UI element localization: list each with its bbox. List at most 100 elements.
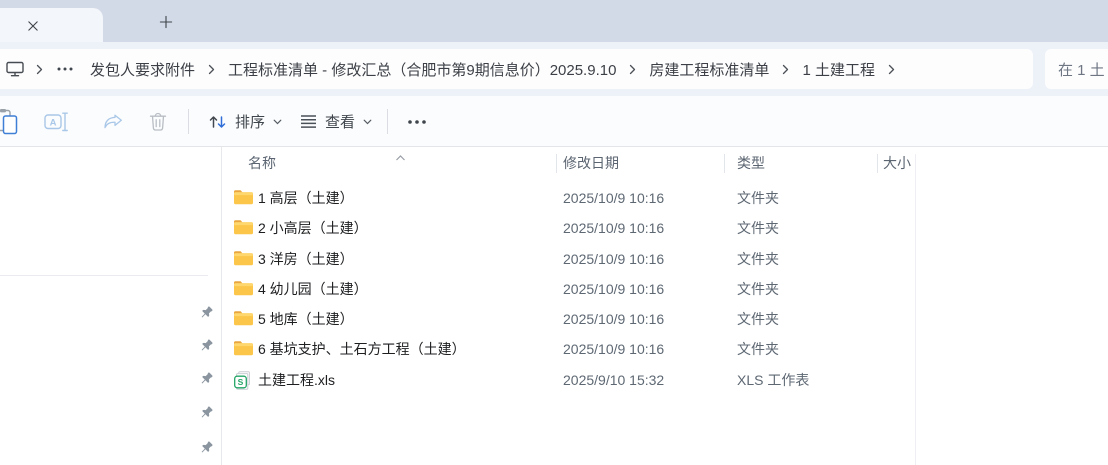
file-row[interactable]: 2 小高层（土建） 2025/10/9 10:16 文件夹: [222, 213, 913, 243]
paste-icon: [0, 108, 20, 135]
close-icon: [27, 20, 39, 32]
sort-icon: [208, 114, 227, 130]
pinned-item-pin[interactable]: [200, 440, 214, 454]
column-divider[interactable]: [556, 154, 557, 173]
pushpin-icon: [200, 441, 213, 454]
folder-icon: [234, 280, 254, 300]
pinned-item-pin[interactable]: [200, 338, 214, 352]
file-type: 文件夹: [737, 244, 779, 274]
navigation-pane: [0, 147, 222, 465]
trash-icon: [149, 112, 167, 131]
new-tab-button[interactable]: [156, 12, 175, 31]
paste-button[interactable]: [0, 106, 22, 137]
share-button[interactable]: [98, 106, 128, 137]
file-name: 3 洋房（土建）: [258, 244, 354, 274]
file-name: 2 小高层（土建）: [258, 213, 368, 243]
delete-button[interactable]: [144, 106, 172, 137]
file-type: 文件夹: [737, 304, 779, 334]
file-name: 1 高层（土建）: [258, 183, 354, 213]
plus-icon: [159, 15, 173, 29]
breadcrumb-item[interactable]: 发包人要求附件: [87, 54, 198, 85]
sort-button-label: 排序: [235, 111, 265, 132]
toolbar-divider: [188, 109, 189, 134]
file-row[interactable]: 3 洋房（土建） 2025/10/9 10:16 文件夹: [222, 244, 913, 274]
file-name: 5 地库（土建）: [258, 304, 354, 334]
main-area: 名称 修改日期 类型 大小 1 高层（土建） 2025/10/9 10:16 文件夹…: [0, 147, 1108, 465]
chevron-down-icon: [273, 119, 282, 125]
breadcrumb-item-current[interactable]: 1 土建工程: [799, 54, 878, 85]
column-divider: [915, 154, 916, 465]
file-type: 文件夹: [737, 274, 779, 304]
rename-icon: A: [44, 112, 69, 132]
file-name: 土建工程.xls: [258, 365, 335, 395]
column-headers: 名称 修改日期 类型 大小: [222, 147, 1108, 180]
active-tab[interactable]: [0, 8, 103, 42]
search-input-value: 在 1 土: [1058, 59, 1105, 80]
toolbar-divider: [387, 109, 388, 134]
pushpin-icon: [200, 339, 213, 352]
breadcrumb-item[interactable]: 工程标准清单 - 修改汇总（合肥市第9期信息价）2025.9.10: [225, 54, 619, 85]
file-modified-date: 2025/10/9 10:16: [563, 304, 664, 334]
more-options-button[interactable]: [398, 106, 436, 137]
view-button-label: 查看: [325, 111, 355, 132]
file-modified-date: 2025/10/9 10:16: [563, 213, 664, 243]
more-ellipsis-icon: [407, 120, 427, 124]
folder-icon: [234, 250, 254, 270]
file-row[interactable]: S 土建工程.xls 2025/9/10 15:32 XLS 工作表: [222, 365, 913, 395]
file-row[interactable]: 5 地库（土建） 2025/10/9 10:16 文件夹: [222, 304, 913, 334]
file-modified-date: 2025/10/9 10:16: [563, 244, 664, 274]
file-row[interactable]: 6 基坑支护、土石方工程（土建） 2025/10/9 10:16 文件夹: [222, 334, 913, 364]
toolbar: A 排序 查看: [0, 96, 1108, 147]
file-list-pane: 名称 修改日期 类型 大小 1 高层（土建） 2025/10/9 10:16 文件夹…: [222, 147, 1108, 465]
column-header-type[interactable]: 类型: [737, 147, 765, 180]
file-modified-date: 2025/10/9 10:16: [563, 183, 664, 213]
folder-icon: [234, 310, 254, 330]
pushpin-icon: [200, 406, 213, 419]
breadcrumb-item[interactable]: 房建工程标准清单: [646, 54, 772, 85]
tab-close-button[interactable]: [24, 17, 41, 34]
column-header-size[interactable]: 大小: [883, 147, 911, 180]
column-header-name[interactable]: 名称: [248, 147, 276, 180]
address-bar[interactable]: 发包人要求附件 工程标准清单 - 修改汇总（合肥市第9期信息价）2025.9.1…: [0, 49, 1033, 89]
file-type: XLS 工作表: [737, 365, 809, 395]
breadcrumb-bar: 发包人要求附件 工程标准清单 - 修改汇总（合肥市第9期信息价）2025.9.1…: [0, 42, 1108, 96]
search-input[interactable]: 在 1 土: [1045, 49, 1108, 89]
view-icon: [300, 114, 317, 129]
ellipsis-icon: [57, 67, 73, 71]
file-explorer-window: 发包人要求附件 工程标准清单 - 修改汇总（合肥市第9期信息价）2025.9.1…: [0, 0, 1108, 465]
file-list: 1 高层（土建） 2025/10/9 10:16 文件夹 2 小高层（土建） 2025/…: [222, 183, 913, 395]
column-divider[interactable]: [724, 154, 725, 173]
breadcrumb-overflow-button[interactable]: [53, 61, 77, 77]
file-row[interactable]: 4 幼儿园（土建）2025/10/9 10:16文件夹: [222, 274, 913, 304]
share-icon: [103, 113, 124, 131]
file-name: 4 幼儿园（土建）: [258, 274, 368, 304]
breadcrumb-chevron-icon: [36, 64, 43, 75]
tab-bar: [0, 0, 1108, 42]
view-button[interactable]: 查看: [291, 106, 381, 137]
file-modified-date: 2025/10/9 10:16: [563, 334, 664, 364]
monitor-icon: [6, 61, 24, 77]
file-modified-date: 2025/9/10 15:32: [563, 365, 664, 395]
chevron-down-icon: [363, 119, 372, 125]
xls-file-icon: S: [234, 371, 254, 391]
rename-button[interactable]: A: [40, 106, 72, 137]
svg-text:A: A: [49, 117, 56, 128]
file-type: 文件夹: [737, 213, 779, 243]
sort-button[interactable]: 排序: [199, 106, 291, 137]
folder-icon: [234, 219, 254, 239]
file-type: 文件夹: [737, 183, 779, 213]
file-type: 文件夹: [737, 334, 779, 364]
breadcrumb-chevron-icon: [888, 64, 895, 75]
file-name: 6 基坑支护、土石方工程（土建）: [258, 334, 466, 364]
sort-ascending-icon: [395, 148, 406, 166]
pinned-item-pin[interactable]: [200, 371, 214, 385]
this-pc-button[interactable]: [6, 61, 24, 77]
column-divider[interactable]: [877, 154, 878, 173]
pinned-item-pin[interactable]: [200, 405, 214, 419]
column-header-modified[interactable]: 修改日期: [563, 147, 619, 180]
file-row[interactable]: 1 高层（土建） 2025/10/9 10:16 文件夹: [222, 183, 913, 213]
pushpin-icon: [200, 306, 213, 319]
svg-text:S: S: [238, 377, 244, 387]
pinned-item-pin[interactable]: [200, 305, 214, 319]
breadcrumb-chevron-icon: [782, 64, 789, 75]
